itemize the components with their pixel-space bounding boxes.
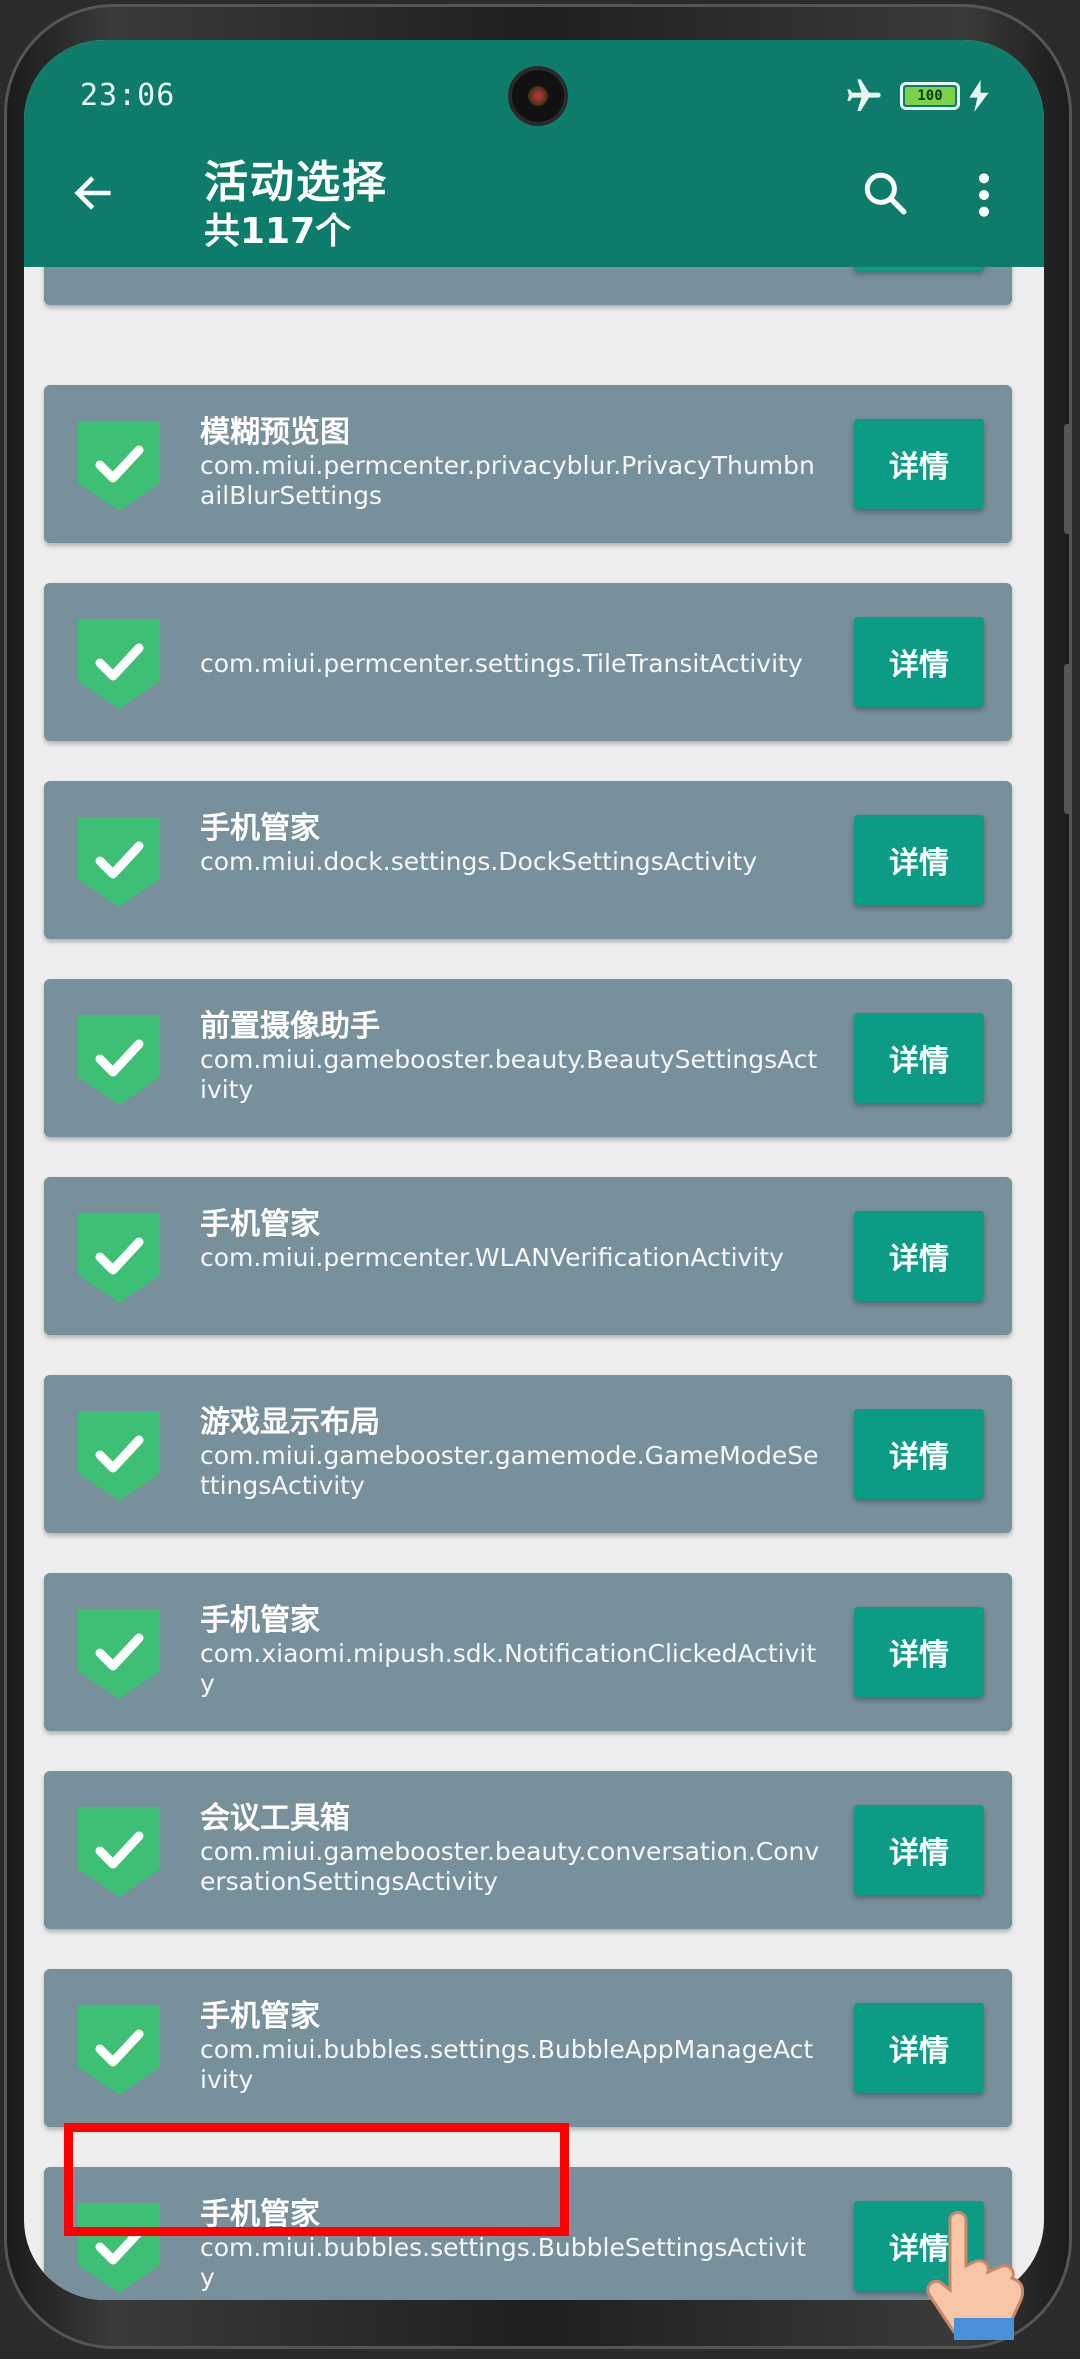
arrow-left-icon[interactable] [70,170,116,216]
activity-class: com.miui.gamebooster.beauty.BeautySettin… [200,1045,818,1104]
list-item-text: com.miui.permcenter.settings.TileTransit… [200,613,820,679]
activity-count: 共117个 [204,211,352,252]
activity-class: com.miui.bubbles.settings.BubbleSettings… [200,2233,807,2292]
activity-title [200,613,820,649]
highlight-box [64,2123,569,2236]
status-time: 23:06 [80,78,176,113]
airplane-mode-icon [847,79,881,111]
more-vertical-icon[interactable] [974,170,994,220]
check-shield-icon [78,1213,160,1303]
activity-title: 手机管家 [200,1603,320,1638]
list-item[interactable]: 模糊预览图 com.miui.permcenter.privacyblur.Pr… [44,385,1012,543]
activity-title: 会议工具箱 [200,1801,350,1836]
list-item[interactable]: com.miui.permcenter.settings.TileTransit… [44,583,1012,741]
power-button [1064,664,1072,814]
list-item[interactable]: 手机管家 com.miui.dock.settings.DockSettings… [44,781,1012,939]
app-bar: 23:06 100 活动选择 共117个 [24,40,1044,267]
list-item[interactable]: 手机管家 com.miui.permcenter.WLANVerificatio… [44,1177,1012,1335]
list-item-text: 手机管家 com.miui.dock.settings.DockSettings… [200,811,820,877]
activity-title: 模糊预览图 [200,415,350,450]
activity-class: com.miui.gamebooster.gamemode.GameModeSe… [200,1441,819,1500]
pointing-hand-icon [926,2211,1025,2340]
battery-icon: 100 [900,82,960,110]
activity-title: 前置摄像助手 [200,1009,380,1044]
check-shield-icon [78,817,160,907]
charging-icon [969,80,989,112]
list-item-text: 前置摄像助手 com.miui.gamebooster.beauty.Beaut… [200,1009,820,1105]
check-shield-icon [78,1411,160,1501]
check-shield-icon [78,1015,160,1105]
list-item-text: 模糊预览图 com.miui.permcenter.privacyblur.Pr… [200,415,820,511]
list-item[interactable]: 手机管家 com.xiaomi.mipush.sdk.NotificationC… [44,1573,1012,1731]
list-item[interactable]: 游戏显示布局 com.miui.gamebooster.gamemode.Gam… [44,1375,1012,1533]
activity-class: com.miui.permcenter.privacyblur.PrivacyT… [200,451,815,510]
detail-button[interactable]: 详情 [854,2003,984,2093]
front-camera [512,70,564,122]
list-item[interactable]: 手机管家 com.miui.bubbles.settings.BubbleApp… [44,1969,1012,2127]
detail-button[interactable]: 详情 [854,419,984,509]
detail-button[interactable] [854,267,984,271]
activity-list[interactable]: 模糊预览图 com.miui.permcenter.privacyblur.Pr… [24,267,1044,2300]
battery-level: 100 [905,87,955,105]
activity-class: com.xiaomi.mipush.sdk.NotificationClicke… [200,1639,817,1698]
list-item-text: 手机管家 com.miui.permcenter.WLANVerificatio… [200,1207,820,1273]
detail-button[interactable]: 详情 [854,1013,984,1103]
volume-button [1064,424,1072,534]
check-shield-icon [78,1807,160,1897]
activity-class: com.miui.dock.settings.DockSettingsActiv… [200,847,758,876]
list-item[interactable]: 会议工具箱 com.miui.gamebooster.beauty.conver… [44,1771,1012,1929]
detail-button[interactable]: 详情 [854,1409,984,1499]
detail-button[interactable]: 详情 [854,1805,984,1895]
page-title: 活动选择 [204,157,388,208]
screen: 23:06 100 活动选择 共117个 模糊预览图 com.miui.perm… [24,40,1044,2300]
activity-title: 手机管家 [200,1207,320,1242]
list-item-text: 会议工具箱 com.miui.gamebooster.beauty.conver… [200,1801,820,1897]
detail-button[interactable]: 详情 [854,1211,984,1301]
check-shield-icon [78,619,160,709]
list-item-text: 手机管家 com.xiaomi.mipush.sdk.NotificationC… [200,1603,820,1699]
activity-title: 手机管家 [200,1999,320,2034]
activity-title: 手机管家 [200,811,320,846]
detail-button[interactable]: 详情 [854,815,984,905]
activity-class: com.miui.permcenter.WLANVerificationActi… [200,1243,784,1272]
check-shield-icon [78,1609,160,1699]
list-item-text: 手机管家 com.miui.bubbles.settings.BubbleApp… [200,1999,820,2095]
list-item[interactable] [44,267,1012,305]
detail-button[interactable]: 详情 [854,1607,984,1697]
list-item-text: 游戏显示布局 com.miui.gamebooster.gamemode.Gam… [200,1405,820,1501]
activity-class: com.miui.gamebooster.beauty.conversation… [200,1837,820,1896]
activity-class: com.miui.bubbles.settings.BubbleAppManag… [200,2035,814,2094]
check-shield-icon [78,2005,160,2095]
check-shield-icon [78,421,160,511]
search-icon[interactable] [860,168,910,218]
activity-title: 游戏显示布局 [200,1405,380,1440]
detail-button[interactable]: 详情 [854,617,984,707]
activity-class: com.miui.permcenter.settings.TileTransit… [200,649,803,678]
list-item[interactable]: 前置摄像助手 com.miui.gamebooster.beauty.Beaut… [44,979,1012,1137]
